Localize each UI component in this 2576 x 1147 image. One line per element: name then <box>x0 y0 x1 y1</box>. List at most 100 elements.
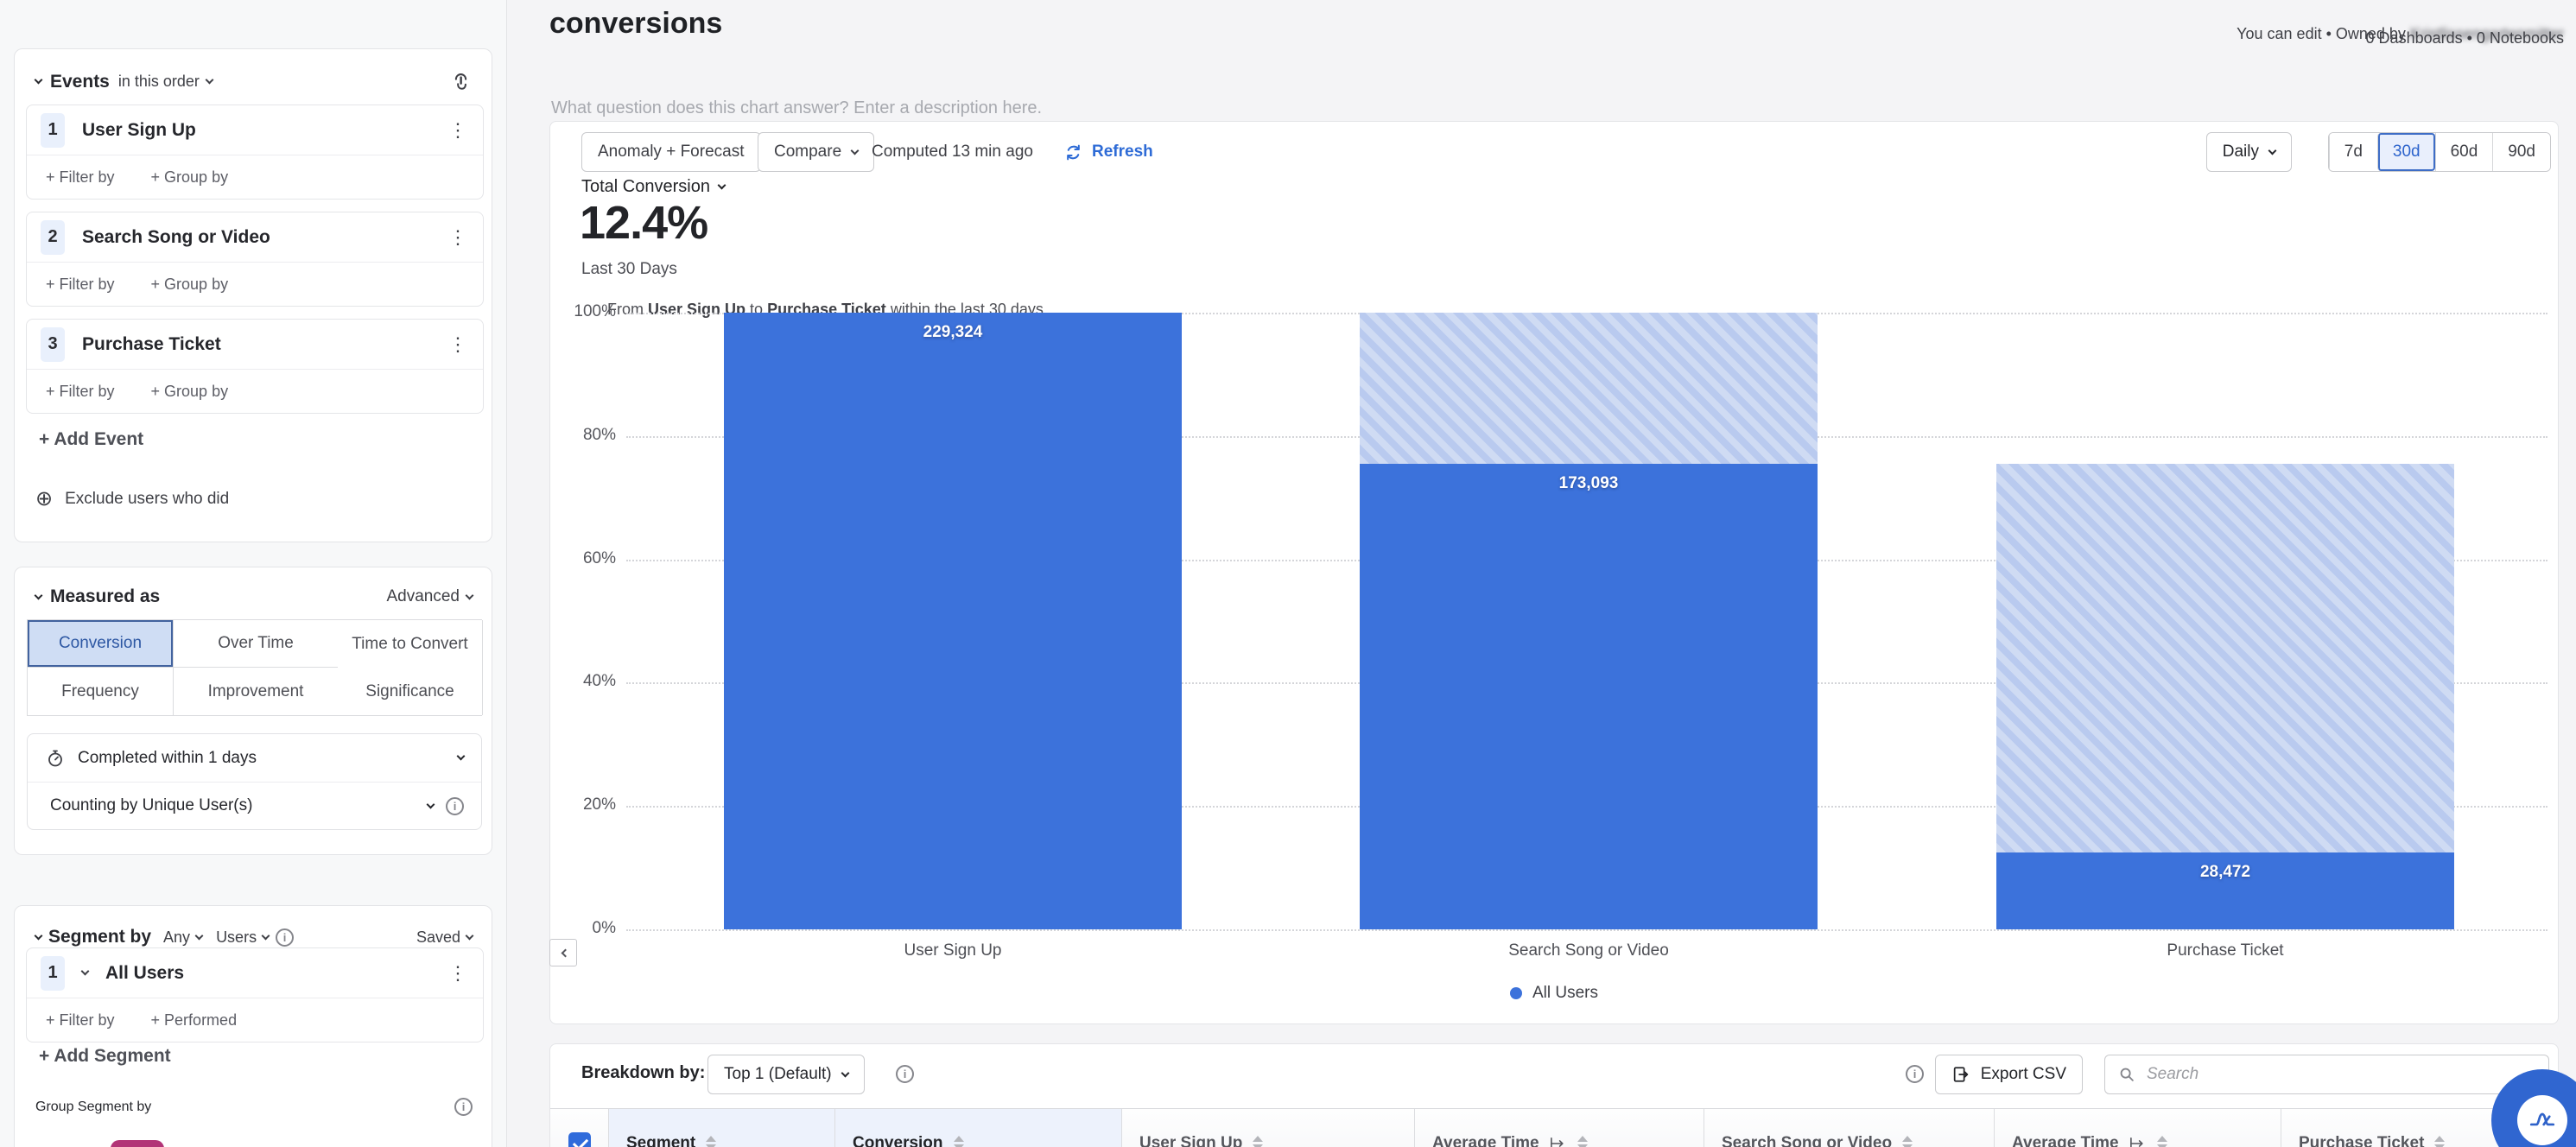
measured-as-header: Measured as Advanced <box>34 586 474 607</box>
filter-by-button[interactable]: + Filter by <box>46 168 115 187</box>
column-header[interactable]: Average Time <box>1995 1109 2281 1147</box>
column-header[interactable]: Segment <box>609 1109 835 1147</box>
search-input[interactable] <box>2147 1065 2536 1084</box>
select-event-pill-clipped[interactable] <box>111 1140 164 1147</box>
chart-legend[interactable]: All Users <box>550 984 2558 1003</box>
kebab-menu-icon[interactable]: ⋮ <box>448 227 467 247</box>
column-header[interactable]: Conversion <box>835 1109 1122 1147</box>
collapse-section-icon[interactable] <box>34 75 43 85</box>
chevron-down-icon[interactable] <box>80 966 90 976</box>
advanced-dropdown[interactable]: Advanced <box>386 587 474 606</box>
group-by-button[interactable]: + Group by <box>151 168 229 187</box>
breakdown-table-header: Segment Conversion User Sign Up Average … <box>550 1108 2558 1147</box>
group-by-button[interactable]: + Group by <box>151 383 229 401</box>
counting-by-dropdown[interactable]: Counting by Unique User(s) <box>28 782 481 829</box>
add-event-button[interactable]: + Add Event <box>39 429 143 450</box>
funnel-bar[interactable] <box>1360 463 1818 929</box>
bar-value-label: 28,472 <box>2199 863 2251 882</box>
kebab-menu-icon[interactable]: ⋮ <box>448 963 467 983</box>
sort-icon[interactable] <box>1577 1136 1588 1147</box>
event-name[interactable]: Purchase Ticket <box>82 334 221 355</box>
info-icon[interactable] <box>1906 1065 1924 1083</box>
measure-tab[interactable]: Frequency <box>28 668 174 715</box>
chevron-down-icon <box>205 75 214 85</box>
completed-within-dropdown[interactable]: Completed within 1 days <box>28 734 481 782</box>
chevron-down-icon <box>261 931 270 940</box>
measure-tab[interactable]: Conversion <box>28 620 174 668</box>
sort-icon[interactable] <box>953 1136 964 1147</box>
kebab-menu-icon[interactable]: ⋮ <box>448 334 467 354</box>
segment-by-title: Segment by <box>48 927 152 947</box>
info-icon[interactable] <box>446 796 464 815</box>
select-all-checkbox[interactable] <box>568 1131 591 1147</box>
sort-icon[interactable] <box>2156 1136 2167 1147</box>
funnel-bar[interactable] <box>724 313 1182 929</box>
group-by-button[interactable]: + Group by <box>151 276 229 294</box>
add-segment-button[interactable]: + Add Segment <box>39 1046 171 1067</box>
measure-tab[interactable]: Improvement <box>174 668 338 715</box>
event-order-dropdown[interactable]: in this order <box>118 73 214 91</box>
measure-tab[interactable]: Significance <box>338 668 483 715</box>
y-axis-tick-label: 60% <box>582 548 616 567</box>
sort-icon[interactable] <box>1902 1136 1913 1147</box>
kebab-menu-icon[interactable]: ⋮ <box>448 120 467 140</box>
performed-button[interactable]: + Performed <box>151 1011 238 1030</box>
breakdown-selector-dropdown[interactable]: Top 1 (Default) <box>707 1055 865 1094</box>
y-axis-tick-label: 100% <box>574 302 616 320</box>
sort-icon[interactable] <box>1253 1136 1264 1147</box>
chart-description-placeholder[interactable]: What question does this chart answer? En… <box>551 98 1042 118</box>
info-icon[interactable] <box>276 928 295 947</box>
chevron-down-icon <box>465 591 474 599</box>
measure-tab[interactable]: Time to Convert <box>338 620 483 668</box>
funnel-bar-chart: 100% 80% 60% 40% 20% 0% 229,324 User Sign Up 173… <box>550 122 2558 1023</box>
legend-dot-icon <box>1509 987 1522 999</box>
table-search-field[interactable] <box>2104 1055 2549 1094</box>
bar-dropoff-hatch <box>1996 463 2454 853</box>
chevron-down-icon <box>841 1068 850 1077</box>
event-index-badge: 1 <box>41 112 65 148</box>
breakdown-by-label: Breakdown by: <box>581 1063 706 1082</box>
saved-segments-dropdown[interactable]: Saved <box>416 928 474 947</box>
segment-any-dropdown[interactable]: Any <box>163 928 204 947</box>
amplitude-logo-icon <box>2517 1095 2567 1145</box>
measure-tab[interactable]: Over Time <box>174 620 338 668</box>
info-icon[interactable] <box>454 1098 473 1116</box>
sort-icon[interactable] <box>2434 1136 2446 1147</box>
chevron-down-icon <box>465 931 474 940</box>
event-index-badge: 3 <box>41 326 65 362</box>
filter-by-button[interactable]: + Filter by <box>46 1011 115 1030</box>
breakdown-card: Breakdown by: Top 1 (Default) Export CSV <box>549 1043 2559 1147</box>
info-icon[interactable] <box>896 1065 914 1083</box>
amplitude-chart-page: Events in this order 1 User Sign Up ⋮ + … <box>0 0 2576 1147</box>
event-name[interactable]: Search Song or Video <box>82 227 270 248</box>
segment-name[interactable]: All Users <box>105 963 184 984</box>
y-axis-tick-label: 40% <box>582 672 616 691</box>
segment-users-dropdown[interactable]: Users <box>216 928 270 947</box>
filter-by-button[interactable]: + Filter by <box>46 383 115 401</box>
chevron-down-icon <box>456 751 466 761</box>
y-axis-tick-label: 20% <box>582 795 616 814</box>
column-header[interactable]: Average Time <box>1415 1109 1704 1147</box>
group-segment-by-header: Group Segment by <box>35 1098 473 1116</box>
x-axis-category-label: Search Song or Video <box>1508 941 1669 960</box>
column-header[interactable]: User Sign Up <box>1122 1109 1415 1147</box>
chevron-left-icon <box>561 948 569 957</box>
x-axis-category-label: Purchase Ticket <box>2167 941 2284 960</box>
export-csv-button[interactable]: Export CSV <box>1934 1055 2083 1094</box>
y-axis-tick-label: 0% <box>592 919 616 937</box>
event-name[interactable]: User Sign Up <box>82 120 196 141</box>
collapse-sidebar-button[interactable] <box>549 939 577 966</box>
sort-icon[interactable] <box>706 1136 717 1147</box>
collapse-section-icon[interactable] <box>34 591 43 599</box>
gridline <box>626 929 2547 931</box>
collapse-section-icon[interactable] <box>34 931 43 940</box>
circle-plus-icon: ⊕ <box>35 487 54 510</box>
exclude-users-button[interactable]: ⊕ Exclude users who did <box>35 486 229 511</box>
event-item: 2 Search Song or Video ⋮ + Filter by + G… <box>26 212 484 307</box>
chart-title[interactable]: conversions <box>549 7 722 41</box>
column-header[interactable]: Search Song or Video <box>1704 1109 1995 1147</box>
filter-by-button[interactable]: + Filter by <box>46 276 115 294</box>
events-panel: Events in this order 1 User Sign Up ⋮ + … <box>14 48 492 542</box>
interactive-demo-icon[interactable] <box>449 70 473 93</box>
segment-by-header: Segment by Any Users Saved <box>34 927 474 947</box>
